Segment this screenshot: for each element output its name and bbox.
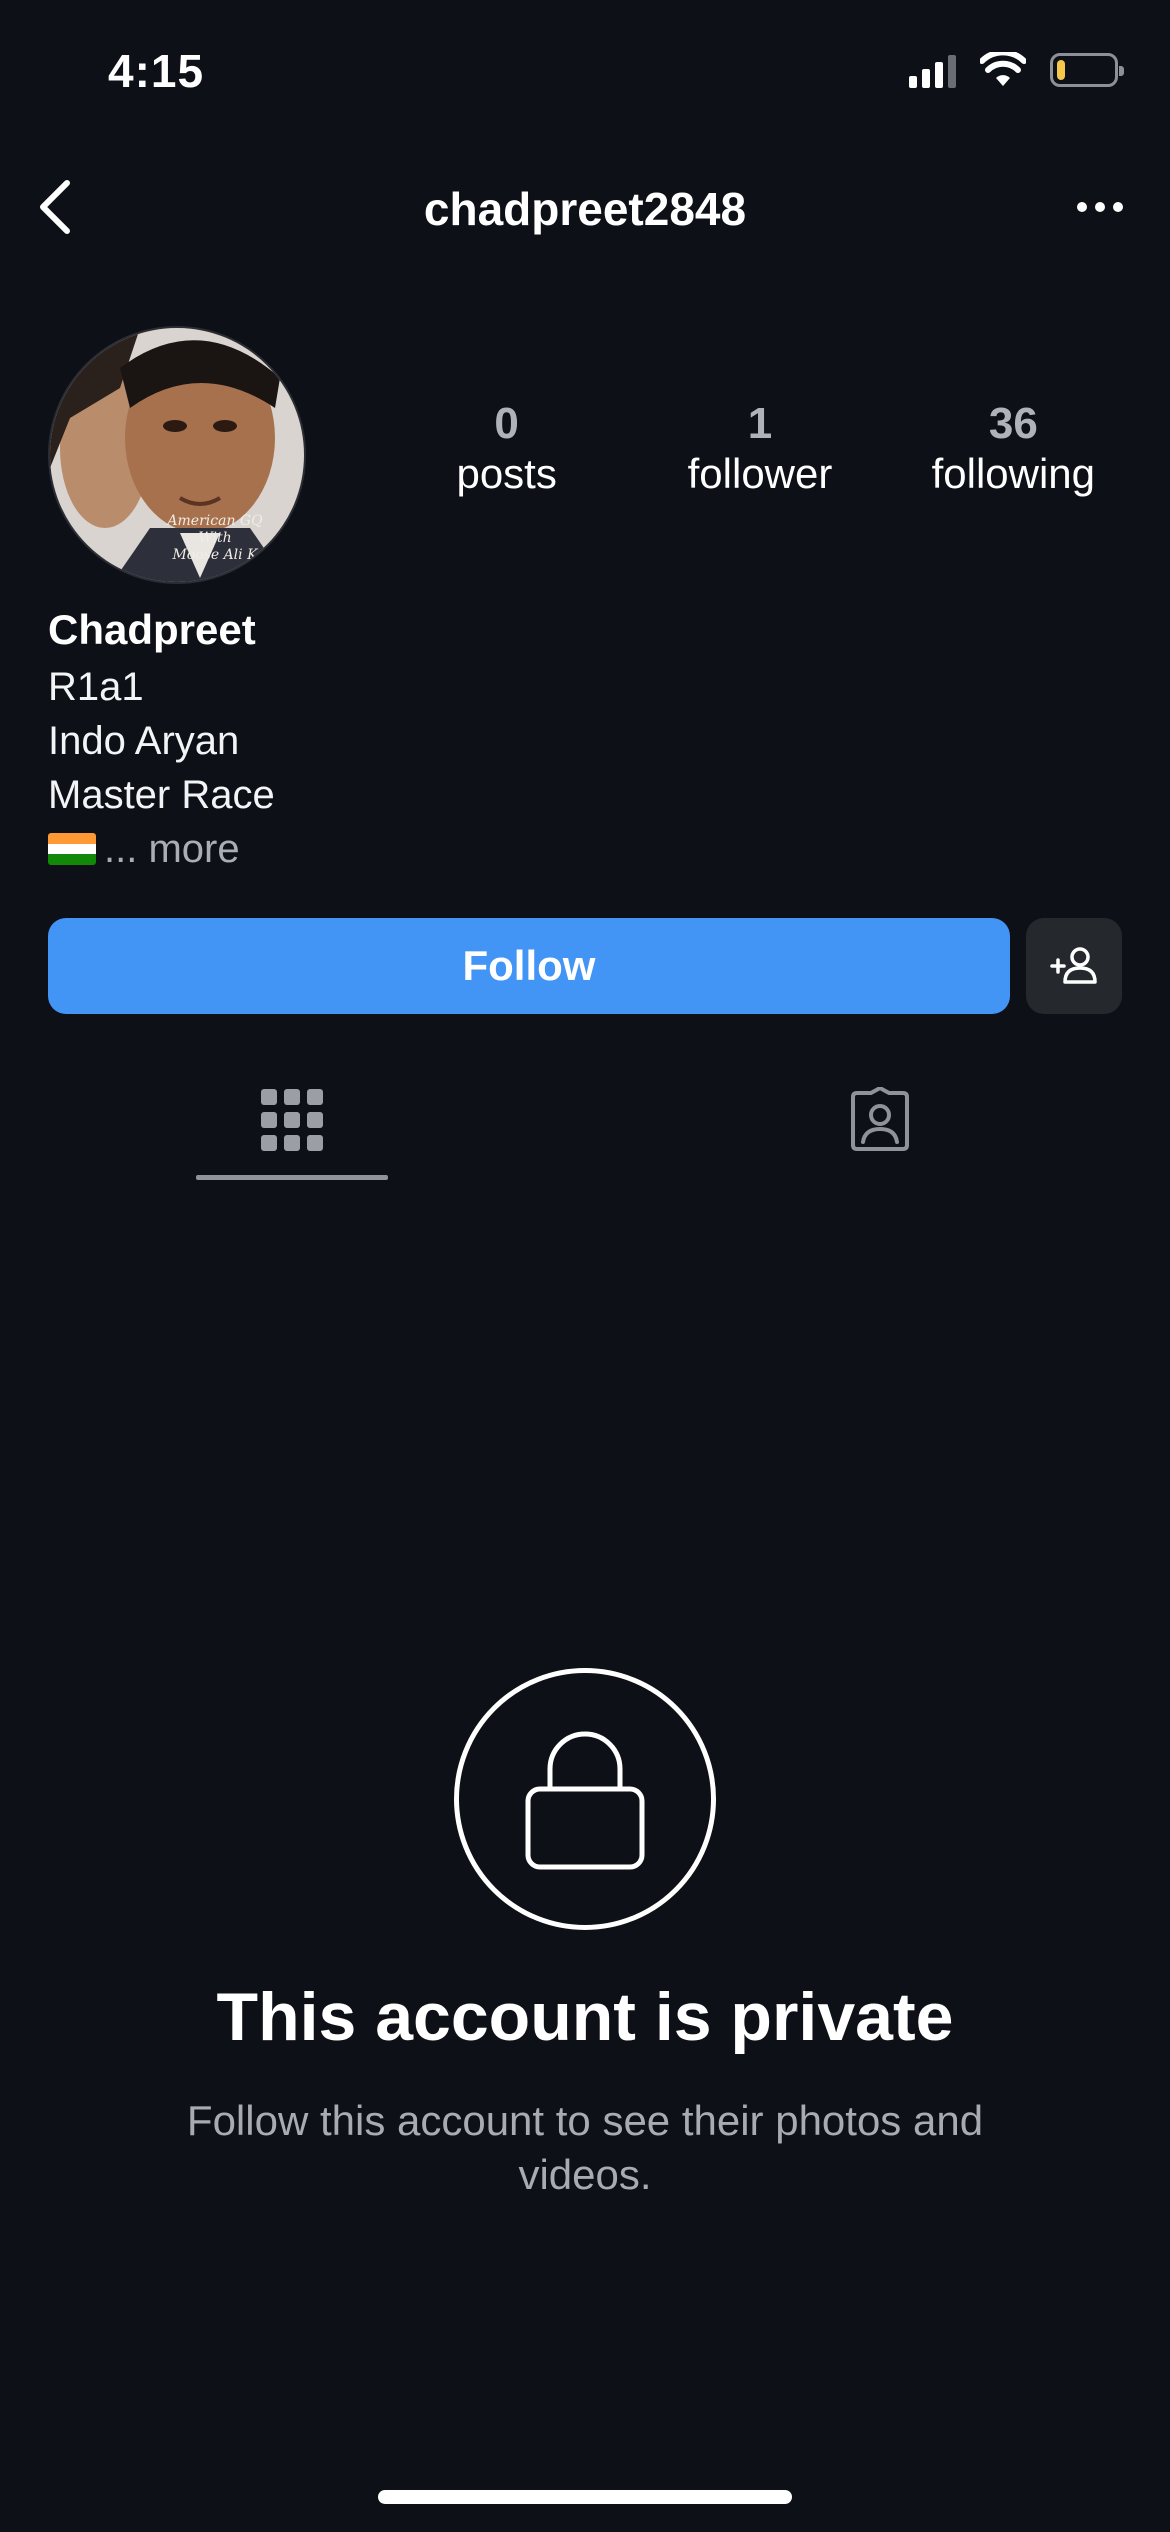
- avatar-caption-line: With: [198, 530, 232, 546]
- profile-actions: Follow: [48, 918, 1122, 1014]
- stat-label: posts: [456, 450, 557, 498]
- signal-icon: [909, 52, 956, 88]
- wifi-icon: [980, 52, 1026, 86]
- nav-bar: chadpreet2848: [0, 160, 1170, 250]
- private-account-notice: This account is private Follow this acco…: [0, 1668, 1170, 2202]
- stat-count: 1: [747, 399, 773, 448]
- tagged-person-icon: [851, 1087, 909, 1151]
- private-subtitle: Follow this account to see their photos …: [186, 2097, 984, 2198]
- stat-label: follower: [687, 450, 833, 498]
- profile-name: Chadpreet: [48, 606, 256, 653]
- private-title: This account is private: [216, 1979, 954, 2055]
- bio-line: R1a1: [48, 665, 144, 709]
- profile-bio: Chadpreet R1a1 Indo Aryan Master Race ..…: [48, 600, 948, 876]
- more-options-button[interactable]: [1060, 172, 1140, 242]
- status-icons: [909, 52, 1124, 88]
- status-time: 4:15: [108, 45, 205, 97]
- profile-tabs: [0, 1060, 1170, 1180]
- battery-icon: [1050, 53, 1124, 87]
- profile-stats: 0 posts 1 follower 36 following: [380, 399, 1140, 501]
- home-indicator[interactable]: [378, 2490, 792, 2504]
- avatar-caption-line: Moose Ali K: [172, 547, 258, 563]
- stat-label: following: [931, 450, 1096, 498]
- lock-icon: [525, 1731, 645, 1870]
- avatar-caption-line: American GQ: [167, 513, 263, 529]
- lock-circle: [454, 1668, 716, 1930]
- stat-following[interactable]: 36 following: [887, 399, 1140, 501]
- more-dot: [1113, 202, 1123, 212]
- bio-line: Indo Aryan: [48, 719, 240, 763]
- tab-tagged[interactable]: [820, 1060, 940, 1180]
- avatar-caption: American GQ With Moose Ali K: [140, 513, 290, 564]
- grid-icon: [261, 1089, 323, 1151]
- stat-posts: 0 posts: [380, 399, 633, 501]
- more-horizontal-icon: [1077, 202, 1087, 212]
- avatar[interactable]: American GQ With Moose Ali K: [48, 326, 306, 584]
- bio-more-link[interactable]: ... more: [48, 822, 948, 876]
- profile-screen: 4:15 chadpreet2848 American GQ With Moos…: [0, 0, 1170, 2532]
- bio-more-label: ... more: [104, 827, 240, 871]
- follow-button[interactable]: Follow: [48, 918, 1010, 1014]
- profile-username: chadpreet2848: [423, 183, 747, 235]
- add-person-icon: [1050, 947, 1097, 984]
- active-tab-indicator: [196, 1175, 388, 1180]
- battery-level: [1057, 60, 1065, 80]
- stat-count: 0: [494, 399, 519, 448]
- suggested-accounts-button[interactable]: [1026, 918, 1122, 1014]
- status-bar: 4:15: [0, 0, 1170, 150]
- tab-posts-grid[interactable]: [196, 1060, 388, 1180]
- stat-followers[interactable]: 1 follower: [633, 399, 886, 501]
- india-flag-icon: [48, 833, 96, 865]
- stat-count: 36: [988, 399, 1038, 448]
- more-dot: [1095, 202, 1105, 212]
- bio-line: Master Race: [48, 773, 275, 817]
